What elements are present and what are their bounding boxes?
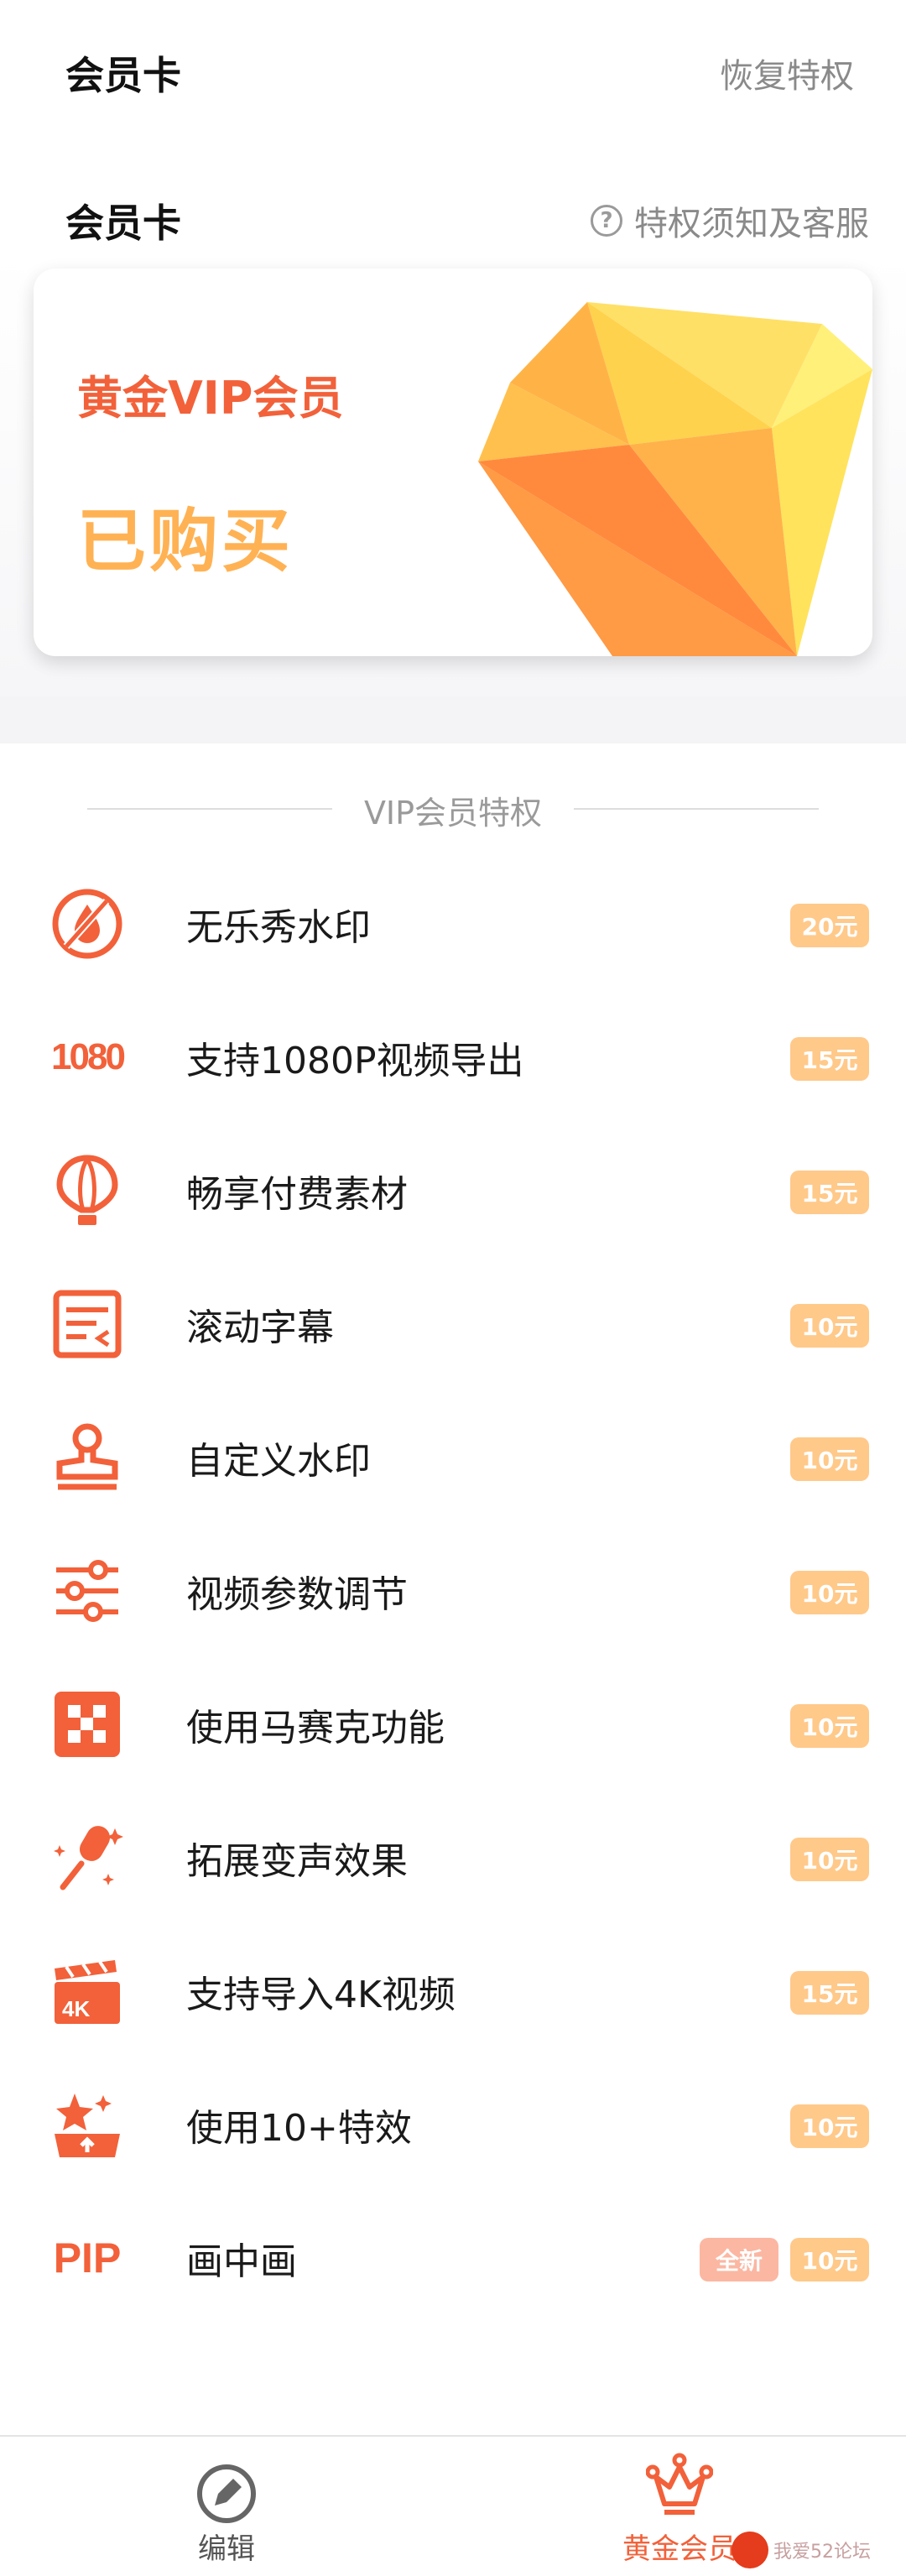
question-icon: ? xyxy=(591,205,622,237)
price-badge: 10元 xyxy=(790,1304,869,1348)
privilege-row-effects[interactable]: 使用10+特效 10元 xyxy=(0,2052,906,2186)
price-badge: 15元 xyxy=(790,1037,869,1081)
privilege-label: 支持1080P视频导出 xyxy=(186,1040,524,1082)
privilege-list: 无乐秀水印 20元 1080 支持1080P视频导出 15元 畅享付费素材 15… xyxy=(0,852,906,2319)
diamond-icon xyxy=(478,302,872,656)
top-bar: 会员卡 恢复特权 xyxy=(0,0,906,143)
section-title: 会员卡 xyxy=(65,201,181,246)
privileges-title: VIP会员特权 xyxy=(363,795,543,832)
purchase-status: 已购买 xyxy=(77,502,294,581)
price-badge: 10元 xyxy=(790,1437,869,1481)
restore-privileges-button[interactable]: 恢复特权 xyxy=(720,49,854,97)
privilege-label: 使用10+特效 xyxy=(186,2107,412,2150)
privilege-row-custom-watermark[interactable]: 自定义水印 10元 xyxy=(0,1385,906,1519)
watermark-text: 我爱52论坛 xyxy=(773,2542,871,2563)
privilege-row-1080p[interactable]: 1080 支持1080P视频导出 15元 xyxy=(0,985,906,1119)
privileges-heading: VIP会员特权 xyxy=(0,787,906,832)
privilege-help-link[interactable]: ? 特权须知及客服 xyxy=(591,196,869,245)
forum-watermark: 我爱52论坛 xyxy=(732,2529,899,2571)
price-badge: 10元 xyxy=(790,1838,869,1881)
balloon-icon xyxy=(49,1152,126,1229)
privilege-label: 自定义水印 xyxy=(186,1440,371,1483)
bottom-tab-bar: 编辑 黄金会员 我爱52论坛 xyxy=(0,2435,906,2576)
no-watermark-icon xyxy=(49,885,126,962)
crown-icon xyxy=(646,2453,713,2515)
new-badge: 全新 xyxy=(700,2238,778,2281)
privilege-label: 使用马赛克功能 xyxy=(186,1707,445,1749)
tab-edit-label: 编辑 xyxy=(198,2532,255,2566)
watermark-seal-icon xyxy=(732,2532,768,2568)
stamp-icon xyxy=(49,1419,126,1496)
privilege-row-mosaic[interactable]: 使用马赛克功能 10元 xyxy=(0,1652,906,1786)
privilege-row-import-4k[interactable]: 4K 支持导入4K视频 15元 xyxy=(0,1919,906,2052)
privilege-label: 视频参数调节 xyxy=(186,1573,408,1616)
price-badge: 10元 xyxy=(790,2238,869,2281)
privilege-row-video-params[interactable]: 视频参数调节 10元 xyxy=(0,1519,906,1652)
privilege-row-pip[interactable]: PIP 画中画 全新 10元 xyxy=(0,2186,906,2319)
sliders-icon xyxy=(49,1552,126,1630)
privilege-row-paid-assets[interactable]: 畅享付费素材 15元 xyxy=(0,1119,906,1252)
price-badge: 15元 xyxy=(790,1971,869,2015)
microphone-icon xyxy=(49,1819,126,1896)
privilege-label: 无乐秀水印 xyxy=(186,906,371,949)
mosaic-icon xyxy=(49,1686,126,1763)
privilege-label: 支持导入4K视频 xyxy=(186,1974,456,2016)
4k-icon-text: 4K xyxy=(62,1996,91,2021)
card-section-header: 会员卡 ? 特权须知及客服 xyxy=(0,193,906,260)
1080-icon: 1080 xyxy=(49,1019,126,1096)
tab-edit[interactable]: 编辑 xyxy=(117,2437,336,2576)
membership-name: 黄金VIP会员 xyxy=(77,372,344,425)
subtitle-scroll-icon xyxy=(49,1285,126,1363)
pencil-icon xyxy=(197,2464,256,2523)
page-title: 会员卡 xyxy=(65,53,181,98)
help-label: 特权须知及客服 xyxy=(634,205,869,243)
price-badge: 10元 xyxy=(790,1571,869,1614)
price-badge: 10元 xyxy=(790,2104,869,2148)
pip-icon-text: PIP xyxy=(53,2234,122,2281)
privilege-label: 畅享付费素材 xyxy=(186,1173,408,1216)
privilege-row-no-watermark[interactable]: 无乐秀水印 20元 xyxy=(0,852,906,985)
privilege-label: 拓展变声效果 xyxy=(186,1840,408,1883)
effects-icon xyxy=(49,2086,126,2163)
clapperboard-4k-icon: 4K xyxy=(49,1953,126,2030)
section-separator xyxy=(0,696,906,743)
membership-card: 黄金VIP会员 已购买 xyxy=(34,269,872,656)
divider-right xyxy=(574,808,819,810)
1080-icon-text: 1080 xyxy=(51,1036,126,1077)
privilege-label: 画中画 xyxy=(186,2240,297,2283)
privilege-row-scrolling-subtitle[interactable]: 滚动字幕 10元 xyxy=(0,1252,906,1385)
price-badge: 15元 xyxy=(790,1171,869,1214)
privilege-label: 滚动字幕 xyxy=(186,1306,334,1349)
pip-icon: PIP xyxy=(49,2219,126,2297)
price-badge: 20元 xyxy=(790,904,869,947)
price-badge: 10元 xyxy=(790,1704,869,1748)
privilege-row-voice-change[interactable]: 拓展变声效果 10元 xyxy=(0,1786,906,1919)
